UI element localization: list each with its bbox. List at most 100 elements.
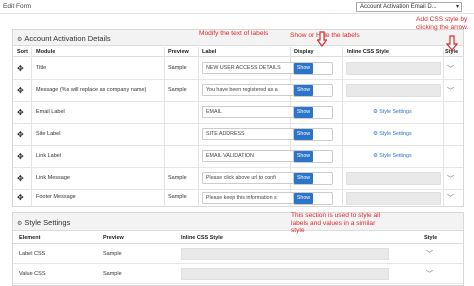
style-settings-link[interactable]: ⚙ Style Settings xyxy=(373,109,412,115)
drag-handle-icon[interactable]: ✥ xyxy=(17,64,24,73)
style-settings-panel: ⚙ Style Settings Element Preview Inline C… xyxy=(12,212,464,286)
chevron-down-icon[interactable]: ﹀ xyxy=(447,64,454,74)
chevron-down-icon[interactable]: ﹀ xyxy=(447,86,454,96)
inline-css-input[interactable] xyxy=(181,268,389,280)
annotation-show-hide: Show or Hide the labels xyxy=(290,32,360,39)
col-label: Label xyxy=(202,49,217,55)
account-activation-panel: ⚙ Account Activation Details Sort Module … xyxy=(12,29,464,207)
drag-handle-icon[interactable]: ✥ xyxy=(17,193,24,202)
label-input[interactable]: SITE ADDRESS xyxy=(202,128,296,140)
label-input[interactable]: EMAIL xyxy=(202,106,296,118)
style-settings-link[interactable]: ⚙ Style Settings xyxy=(373,131,412,137)
preview-text: Sample xyxy=(168,87,187,93)
show-toggle-label: Show xyxy=(294,107,313,118)
arrow-down-icon xyxy=(446,35,458,51)
col-inline-css: Inline CSS Style xyxy=(181,235,223,241)
show-toggle-label: Show xyxy=(294,63,313,74)
module-name: Link Label xyxy=(36,153,62,159)
page-title: Edit Form xyxy=(3,3,32,10)
table-row: ✥ Email Label EMAIL Show ⚙ Style Setting… xyxy=(13,102,463,124)
gear-icon: ⚙ xyxy=(17,37,23,43)
table-row: ✥ Footer Message Sample Please keep this… xyxy=(13,190,463,207)
drag-handle-icon[interactable]: ✥ xyxy=(17,130,24,139)
display-toggle[interactable]: Show xyxy=(293,128,333,141)
display-toggle[interactable]: Show xyxy=(293,172,333,185)
inline-css-input[interactable] xyxy=(346,192,441,205)
style-settings-label: Style Settings xyxy=(379,109,412,115)
label-input[interactable]: NEW USER ACCESS DETAILS xyxy=(202,62,296,74)
table-row: Value CSS Sample ﹀ xyxy=(13,265,463,284)
col-inline-css: Inline CSS Style xyxy=(347,49,389,55)
show-toggle-label: Show xyxy=(294,193,313,204)
top-bar: Edit Form Account Activation Email D... … xyxy=(0,0,474,14)
display-toggle[interactable]: Show xyxy=(293,62,333,75)
annotation-modify-labels: Modify the text of labels xyxy=(199,30,269,37)
show-toggle-label: Show xyxy=(294,129,313,140)
gear-icon: ⚙ xyxy=(17,221,23,227)
table-row: Label CSS Sample ﹀ xyxy=(13,245,463,264)
module-name: Message (%s will replace as company name… xyxy=(36,87,147,93)
arrow-down-icon xyxy=(317,31,327,47)
drag-handle-icon[interactable]: ✥ xyxy=(17,152,24,161)
drag-handle-icon[interactable]: ✥ xyxy=(17,86,24,95)
style-settings-label: Style Settings xyxy=(379,153,412,159)
module-name: Footer Message xyxy=(36,194,76,200)
style-settings-label: Style Settings xyxy=(379,131,412,137)
display-toggle[interactable]: Show xyxy=(293,84,333,97)
panel-title: Style Settings xyxy=(24,218,71,227)
module-name: Link Message xyxy=(36,175,70,181)
panel-header: ⚙ Style Settings xyxy=(13,213,463,231)
preview-text: Sample xyxy=(103,251,122,257)
style-settings-link[interactable]: ⚙ Style Settings xyxy=(373,153,412,159)
table-row: ✥ Site Label SITE ADDRESS Show ⚙ Style S… xyxy=(13,124,463,146)
module-name: Site Label xyxy=(36,131,61,137)
col-display: Display xyxy=(294,49,314,55)
chevron-down-icon[interactable]: ﹀ xyxy=(447,174,454,184)
col-preview: Preview xyxy=(168,49,189,55)
table-header: Element Preview Inline CSS Style Style xyxy=(13,233,463,244)
preview-text: Sample xyxy=(168,194,187,200)
show-toggle-label: Show xyxy=(294,85,313,96)
preview-text: Sample xyxy=(103,271,122,277)
module-name: Title xyxy=(36,65,47,71)
preview-text: Sample xyxy=(168,65,187,71)
element-name: Value CSS xyxy=(19,271,46,277)
label-input[interactable]: Please click above url to confi xyxy=(202,172,296,184)
col-style: Style xyxy=(424,235,438,241)
table-row: ✥ Title Sample NEW USER ACCESS DETAILS S… xyxy=(13,58,463,80)
drag-handle-icon[interactable]: ✥ xyxy=(17,174,24,183)
table-row: ✥ Link Label EMAIL VALIDATION Show ⚙ Sty… xyxy=(13,146,463,168)
table-row: ✥ Message (%s will replace as company na… xyxy=(13,80,463,102)
col-sort: Sort xyxy=(17,49,28,55)
template-select-value: Account Activation Email D... xyxy=(360,4,437,10)
label-input[interactable]: You have been registered as a xyxy=(202,84,296,96)
chevron-down-icon[interactable]: ﹀ xyxy=(426,249,433,259)
table-header: Sort Module Preview Label Display Inline… xyxy=(13,47,463,57)
annotation-section-note: This section is used to style all labels… xyxy=(291,212,381,234)
drag-handle-icon[interactable]: ✥ xyxy=(17,108,24,117)
col-module: Module xyxy=(36,49,56,55)
module-name: Email Label xyxy=(36,109,65,115)
chevron-down-icon: ▾ xyxy=(455,4,459,10)
annotation-add-css: Add CSS style by clicking the arrow. xyxy=(416,16,469,31)
template-select[interactable]: Account Activation Email D... ▾ xyxy=(356,2,462,12)
display-toggle[interactable]: Show xyxy=(293,192,333,205)
inline-css-input[interactable] xyxy=(181,248,389,260)
label-input[interactable]: EMAIL VALIDATION xyxy=(202,150,296,162)
element-name: Label CSS xyxy=(19,251,46,257)
show-toggle-label: Show xyxy=(294,173,313,184)
col-preview: Preview xyxy=(103,235,124,241)
chevron-down-icon[interactable]: ﹀ xyxy=(426,269,433,279)
chevron-down-icon[interactable]: ﹀ xyxy=(447,193,454,203)
inline-css-input[interactable] xyxy=(346,172,441,185)
inline-css-input[interactable] xyxy=(346,62,441,75)
label-input[interactable]: Please keep this information s xyxy=(202,192,296,204)
panel-title: Account Activation Details xyxy=(24,34,111,43)
display-toggle[interactable]: Show xyxy=(293,150,333,163)
table-row: ✥ Link Message Sample Please click above… xyxy=(13,168,463,190)
inline-css-input[interactable] xyxy=(346,84,441,97)
col-element: Element xyxy=(19,235,41,241)
preview-text: Sample xyxy=(168,175,187,181)
show-toggle-label: Show xyxy=(294,151,313,162)
display-toggle[interactable]: Show xyxy=(293,106,333,119)
